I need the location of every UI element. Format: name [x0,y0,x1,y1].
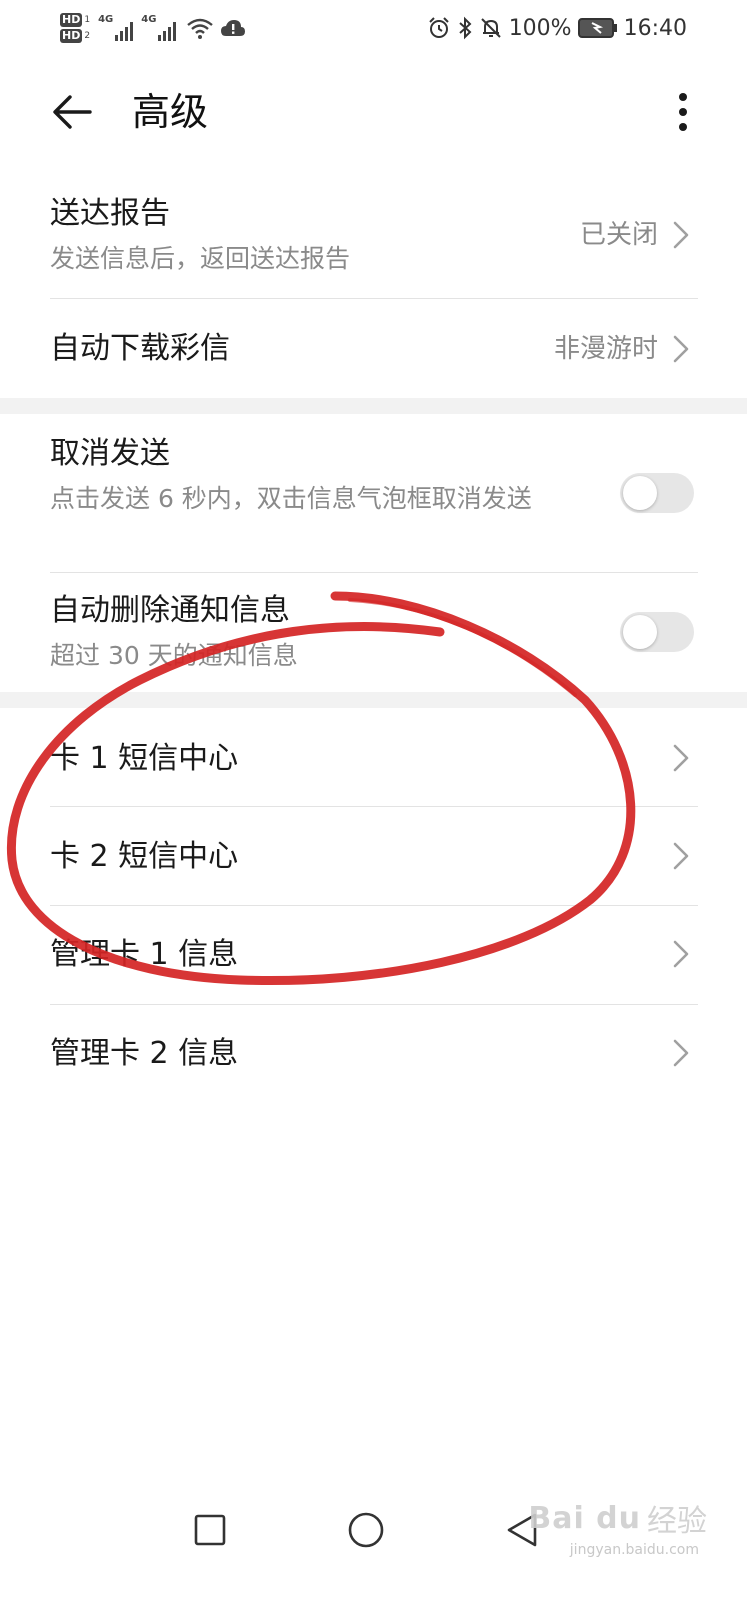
home-button[interactable] [336,1500,396,1560]
delivery-report-title: 送达报告 [50,196,170,231]
cloud-alert-icon [220,18,246,38]
hd-2-icon: HD 2 [60,29,90,43]
recents-square-icon [194,1514,226,1546]
baidu-jingyan-watermark: Bai du 经验 [528,1496,707,1540]
delivery-report-value: 已关闭 [579,220,658,250]
sim2-sms-center-row[interactable]: 卡 2 短信中心 [50,807,698,905]
chevron-right-icon [673,744,689,772]
watermark-name: 经验 [647,1504,707,1539]
chevron-right-icon [673,940,689,968]
manage-sim2-messages-title: 管理卡 2 信息 [50,1036,239,1071]
sim-1-label: 1 [84,15,91,25]
signal-4g-icon: 4G [98,14,135,42]
hd-label-1: HD [60,13,83,27]
watermark-url: jingyan.baidu.com [569,1542,699,1558]
app-bar: 高级 [0,60,747,164]
chevron-right-icon [673,842,689,870]
watermark-logo: Bai du [528,1500,641,1536]
delivery-report-row[interactable]: 送达报告 发送信息后，返回送达报告 已关闭 [50,186,698,296]
undo-send-title: 取消发送 [50,436,170,471]
auto-delete-notifications-title: 自动删除通知信息 [50,593,290,628]
mute-icon [479,16,503,40]
status-time: 16:40 [623,15,687,41]
chevron-right-icon [673,335,689,363]
battery-level: 100% [508,15,572,41]
chevron-right-icon [673,221,689,249]
home-circle-icon [348,1512,384,1548]
sim-2-label: 2 [84,31,91,41]
auto-delete-notifications-row[interactable]: 自动删除通知信息 超过 30 天的通知信息 [50,573,698,691]
manage-sim1-messages-title: 管理卡 1 信息 [50,937,239,972]
network-label-2: 4G [141,14,157,25]
undo-send-row[interactable]: 取消发送 点击发送 6 秒内，双击信息气泡框取消发送 [50,414,698,570]
auto-download-mms-row[interactable]: 自动下载彩信 非漫游时 [50,299,698,397]
sim1-sms-center-row[interactable]: 卡 1 短信中心 [50,708,698,806]
sim1-sms-center-title: 卡 1 短信中心 [50,741,239,776]
back-button[interactable] [42,82,102,142]
auto-download-mms-title: 自动下载彩信 [50,331,230,366]
page-title: 高级 [132,90,209,134]
hd-label-2: HD [60,29,83,43]
chevron-right-icon [673,1039,689,1067]
switch-knob [623,476,657,510]
status-left-icons: HD 1 HD 2 4G 4G [60,8,246,48]
section-gap [0,398,747,414]
auto-download-mms-value: 非漫游时 [553,334,658,364]
wifi-icon [186,16,214,40]
auto-delete-notifications-subtitle: 超过 30 天的通知信息 [50,641,298,670]
signal-4g-icon: 4G [141,14,178,42]
manage-sim1-messages-row[interactable]: 管理卡 1 信息 [50,906,698,1004]
hd-1-icon: HD 1 [60,13,90,27]
undo-send-subtitle: 点击发送 6 秒内，双击信息气泡框取消发送 [50,484,532,513]
more-options-button[interactable] [663,84,703,140]
arrow-left-icon [53,95,92,129]
battery-charging-icon [577,17,618,39]
bluetooth-icon [457,16,473,40]
section-gap [0,692,747,708]
network-label-1: 4G [98,14,114,25]
sim2-sms-center-title: 卡 2 短信中心 [50,839,239,874]
undo-send-switch[interactable] [620,473,694,513]
delivery-report-subtitle: 发送信息后，返回送达报告 [50,244,351,273]
manage-sim2-messages-row[interactable]: 管理卡 2 信息 [50,1005,698,1103]
switch-knob [623,615,657,649]
more-vertical-icon [679,93,687,131]
alarm-icon [427,16,451,40]
recents-button[interactable] [180,1500,240,1560]
status-bar: HD 1 HD 2 4G 4G 100% 16:40 [0,0,747,56]
status-right-icons: 100% 16:40 [427,10,687,46]
auto-delete-notifications-switch[interactable] [620,612,694,652]
hd-sim-icons: HD 1 HD 2 [60,13,90,43]
